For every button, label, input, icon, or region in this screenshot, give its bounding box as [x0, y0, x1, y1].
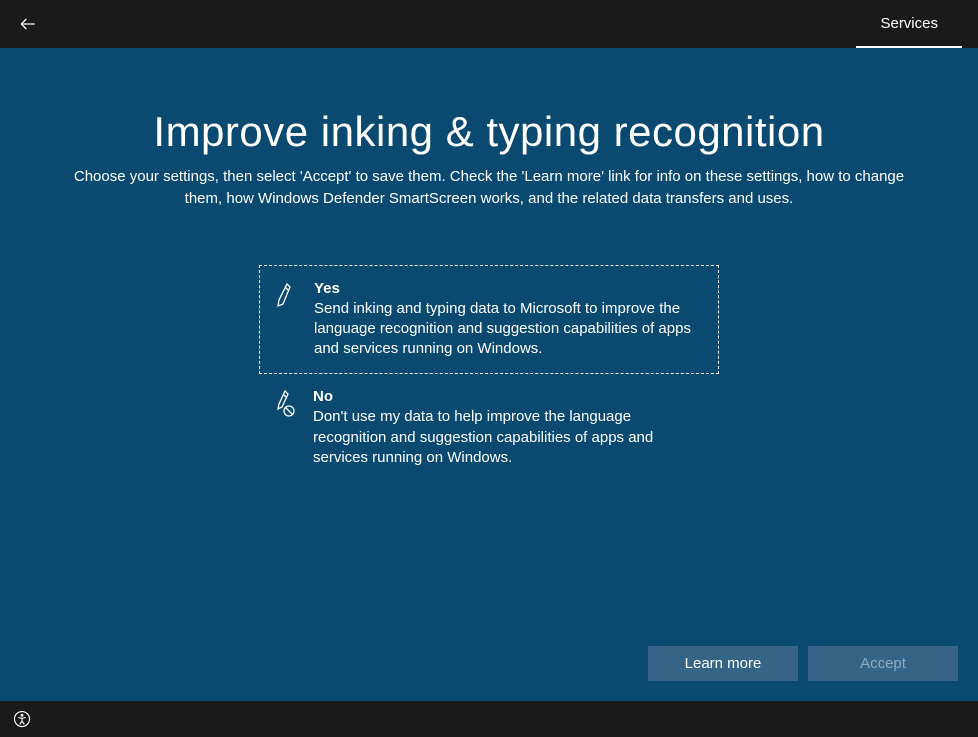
option-no[interactable]: No Don't use my data to help improve the… [259, 374, 719, 482]
accessibility-icon [13, 710, 31, 728]
page-title: Improve inking & typing recognition [153, 108, 824, 156]
pen-blocked-icon [273, 390, 295, 468]
pen-icon [274, 282, 296, 360]
header-bar: Services [0, 0, 978, 48]
option-yes-content: Yes Send inking and typing data to Micro… [314, 280, 704, 360]
tab-container: Services [856, 0, 962, 48]
option-no-desc: Don't use my data to help improve the la… [313, 407, 705, 468]
option-no-title: No [313, 388, 705, 405]
tab-services-label: Services [880, 15, 938, 32]
back-button[interactable] [16, 12, 40, 36]
option-yes-title: Yes [314, 280, 704, 297]
main-content: Improve inking & typing recognition Choo… [0, 48, 978, 701]
tab-services[interactable]: Services [856, 0, 962, 48]
option-yes-desc: Send inking and typing data to Microsoft… [314, 299, 704, 360]
footer-bar [0, 701, 978, 737]
action-bar: Learn more Accept [648, 646, 958, 681]
options-container: Yes Send inking and typing data to Micro… [259, 265, 719, 483]
accessibility-button[interactable] [12, 709, 32, 729]
learn-more-button[interactable]: Learn more [648, 646, 798, 681]
option-yes[interactable]: Yes Send inking and typing data to Micro… [259, 265, 719, 375]
back-arrow-icon [18, 14, 38, 34]
option-no-content: No Don't use my data to help improve the… [313, 388, 705, 468]
accept-button[interactable]: Accept [808, 646, 958, 681]
page-description: Choose your settings, then select 'Accep… [54, 166, 924, 210]
